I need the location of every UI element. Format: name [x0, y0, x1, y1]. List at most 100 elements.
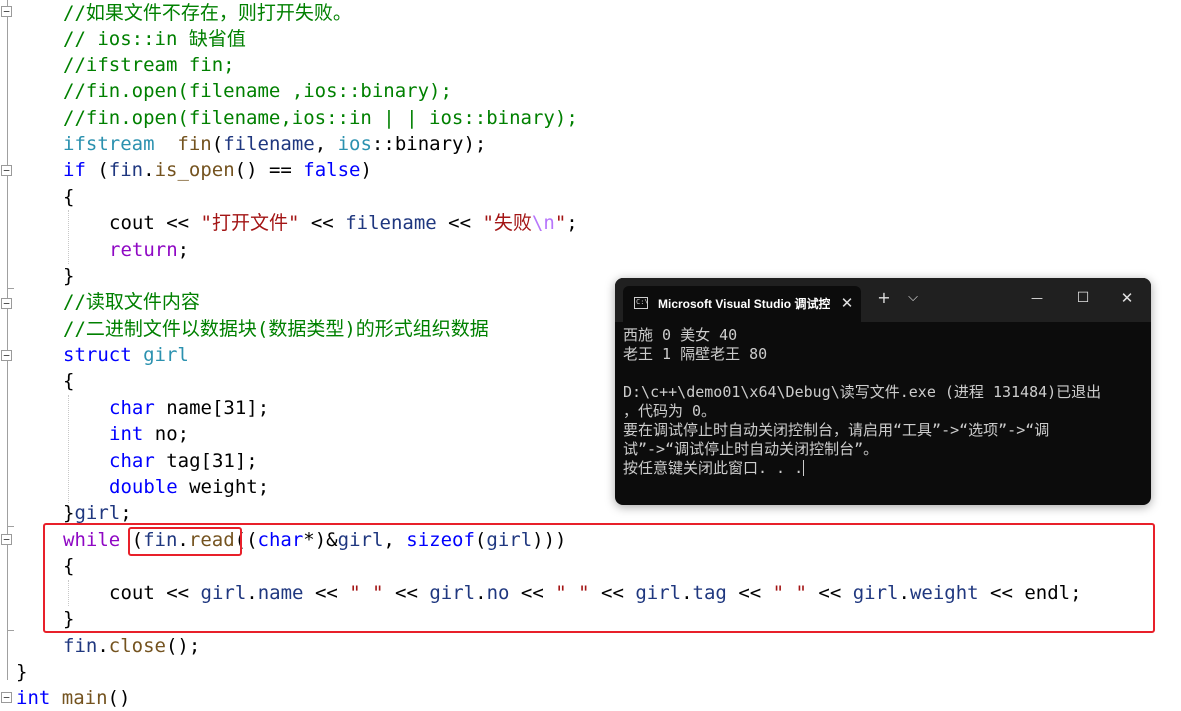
code-token: fin: [108, 159, 144, 181]
code-token: ::: [371, 133, 395, 155]
code-line-struct-line[interactable]: struct girl: [63, 342, 189, 368]
code-token: ();: [165, 635, 201, 657]
code-token: "失败: [482, 212, 532, 234]
code-line-ifstream-line[interactable]: ifstream fin(filename, ios::binary);: [63, 131, 486, 157]
indent-guide: [68, 395, 69, 503]
code-comment-line[interactable]: //如果文件不存在，则打开失败。: [63, 0, 352, 26]
collapse-icon[interactable]: −: [1, 298, 12, 309]
comment-text: //读取文件内容: [63, 291, 200, 313]
collapse-icon[interactable]: −: [1, 165, 12, 176]
code-token: () ==: [234, 159, 304, 181]
close-button[interactable]: ✕: [1109, 286, 1145, 310]
code-token: ;: [177, 239, 190, 261]
code-token: if: [63, 159, 86, 181]
code-token: close: [108, 635, 166, 657]
console-tab-title: Microsoft Visual Studio 调试控制台: [658, 297, 830, 311]
code-token: (: [211, 133, 224, 155]
tab-close-icon[interactable]: ✕: [837, 293, 857, 313]
console-line: D:\c++\demo01\x64\Debug\读写文件.exe (进程 131…: [623, 383, 1102, 401]
code-token: <<: [166, 212, 201, 234]
console-tab[interactable]: C:\ Microsoft Visual Studio 调试控制台 ✕: [623, 286, 861, 322]
comment-text: //ifstream fin;: [63, 54, 235, 76]
code-token: <<: [436, 212, 483, 234]
brace: }: [63, 265, 75, 287]
code-line-close-line[interactable]: fin.close();: [63, 633, 200, 659]
maximize-button[interactable]: ☐: [1065, 286, 1101, 310]
fold-end-marker: [7, 526, 14, 527]
console-output: 西施 0 美女 40 老王 1 隔壁老王 80 D:\c++\demo01\x64\…: [623, 326, 1143, 478]
indent-guide: [68, 210, 69, 264]
code-token: false: [303, 159, 361, 181]
comment-text: //如果文件不存在，则打开失败。: [63, 2, 352, 24]
fold-end-marker: [7, 288, 14, 289]
code-brace-line[interactable]: }: [63, 263, 74, 289]
code-line-main-line[interactable]: int main(): [16, 685, 130, 711]
code-token: return: [109, 239, 178, 261]
brace: {: [63, 186, 75, 208]
code-brace-line[interactable]: }: [16, 659, 27, 685]
code-comment-line[interactable]: //二进制文件以数据块(数据类型)的形式组织数据: [63, 316, 489, 342]
code-token: ;: [120, 502, 132, 524]
code-token: binary);: [394, 133, 487, 155]
code-token: no;: [143, 423, 190, 445]
code-line-field-name[interactable]: char name[31];: [109, 395, 269, 421]
code-token: int: [109, 423, 144, 445]
code-token: <<: [299, 212, 346, 234]
code-token: struct: [63, 344, 132, 366]
code-token: .: [97, 635, 109, 657]
code-token: fin: [177, 133, 212, 155]
code-token: ,: [314, 133, 338, 155]
text-cursor: [803, 460, 805, 476]
code-token: filename: [345, 212, 437, 234]
code-line-cout-fail-line[interactable]: cout << "打开文件" << filename << "失败\n";: [109, 210, 578, 236]
console-line: ，代码为 0。: [623, 402, 717, 420]
code-token: }: [63, 502, 75, 524]
collapse-icon[interactable]: −: [1, 692, 12, 703]
code-token: filename: [223, 133, 315, 155]
brace: }: [16, 661, 28, 683]
code-token: ios: [337, 133, 372, 155]
code-comment-line[interactable]: //ifstream fin;: [63, 52, 235, 78]
code-comment-line[interactable]: //fin.open(filename,ios::in | | ios::bin…: [63, 105, 578, 131]
code-comment-line[interactable]: //fin.open(filename ,ios::binary);: [63, 78, 452, 104]
minimize-button[interactable]: —: [1019, 286, 1055, 310]
debug-console-window[interactable]: C:\ Microsoft Visual Studio 调试控制台 ✕ + ⌵ …: [615, 278, 1151, 505]
highlight-box-fin-read: [128, 527, 242, 556]
code-line-return-line[interactable]: return;: [109, 237, 189, 263]
code-token: \n: [531, 212, 555, 234]
code-token: cout: [109, 212, 167, 234]
new-tab-button[interactable]: +: [873, 286, 895, 310]
code-token: double: [109, 476, 178, 498]
code-brace-line[interactable]: {: [63, 368, 74, 394]
editor-gutter: − − − − − −: [0, 0, 16, 706]
console-line: 按任意键关闭此窗口. . .: [623, 459, 805, 477]
code-token: is_open: [154, 159, 235, 181]
comment-text: //二进制文件以数据块(数据类型)的形式组织数据: [63, 318, 489, 340]
code-token: ": [554, 212, 567, 234]
comment-text: //fin.open(filename ,ios::binary);: [63, 80, 452, 102]
code-token: char: [109, 397, 155, 419]
code-token: tag[31];: [154, 450, 258, 472]
collapse-icon[interactable]: −: [1, 350, 12, 361]
code-token: girl: [143, 344, 189, 366]
collapse-icon[interactable]: −: [1, 534, 12, 545]
code-line-field-no[interactable]: int no;: [109, 421, 189, 447]
code-token: ): [360, 159, 372, 181]
brace: {: [63, 370, 75, 392]
code-line-if-line[interactable]: if (fin.is_open() == false): [63, 157, 372, 183]
console-line: 试”->“调试停止时自动关闭控制台”。: [623, 440, 879, 458]
tab-dropdown-button[interactable]: ⌵: [903, 286, 923, 310]
collapse-icon[interactable]: −: [1, 6, 12, 17]
code-line-field-weight[interactable]: double weight;: [109, 474, 269, 500]
code-line-field-tag[interactable]: char tag[31];: [109, 448, 258, 474]
code-token: girl: [74, 502, 121, 524]
console-titlebar[interactable]: C:\ Microsoft Visual Studio 调试控制台 ✕ + ⌵ …: [615, 278, 1151, 322]
code-token: fin: [63, 635, 98, 657]
console-line: 西施 0 美女 40: [623, 326, 738, 344]
code-brace-line[interactable]: {: [63, 184, 74, 210]
terminal-icon: C:\: [634, 297, 649, 309]
comment-text: // ios::in 缺省值: [63, 28, 246, 50]
code-comment-line[interactable]: // ios::in 缺省值: [63, 26, 246, 52]
code-comment-line[interactable]: //读取文件内容: [63, 289, 200, 315]
